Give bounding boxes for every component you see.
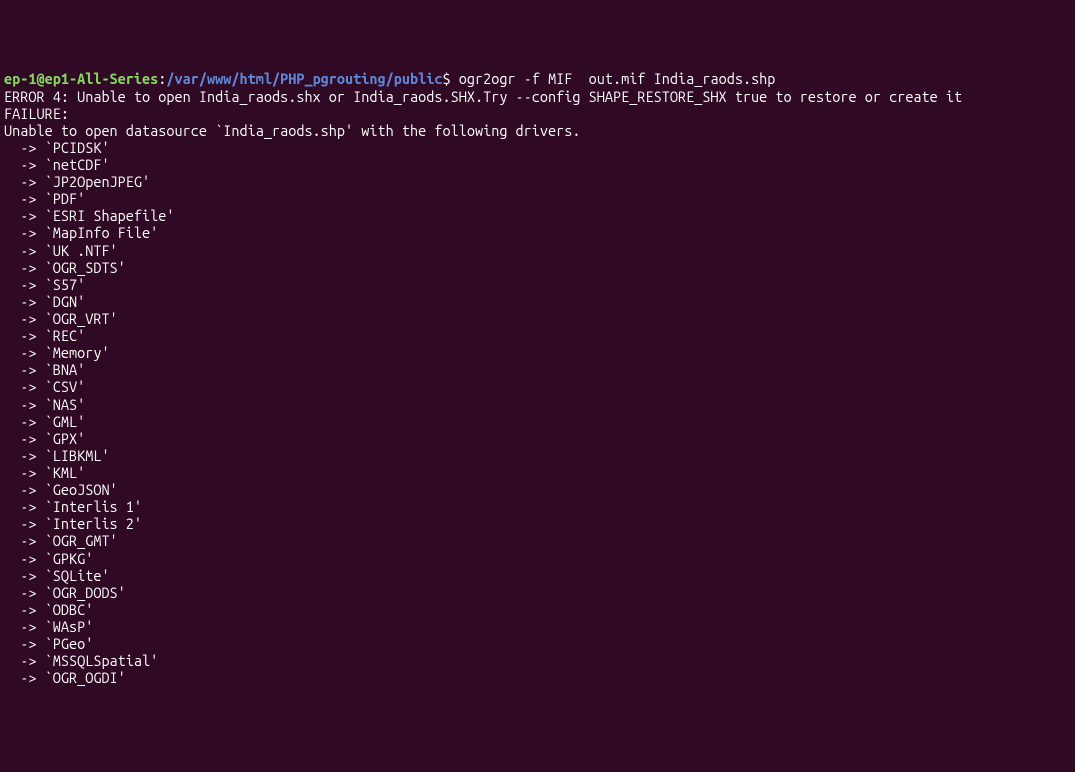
driver-item: -> `Interlis 2' [4,515,1071,532]
driver-item: -> `LIBKML' [4,447,1071,464]
driver-item: -> `CSV' [4,378,1071,395]
driver-item: -> `Interlis 1' [4,498,1071,515]
driver-item: -> `KML' [4,464,1071,481]
driver-item: -> `MapInfo File' [4,224,1071,241]
driver-item: -> `OGR_OGDI' [4,669,1071,686]
driver-list: -> `PCIDSK' -> `netCDF' -> `JP2OpenJPEG'… [4,139,1071,687]
command-text: ogr2ogr -f MIF out.mif India_raods.shp [451,70,776,87]
failure-line: FAILURE: [4,105,69,122]
driver-item: -> `GPX' [4,430,1071,447]
driver-item: -> `GeoJSON' [4,481,1071,498]
driver-item: -> `PGeo' [4,635,1071,652]
driver-item: -> `OGR_VRT' [4,310,1071,327]
driver-item: -> `DGN' [4,293,1071,310]
driver-item: -> `JP2OpenJPEG' [4,173,1071,190]
driver-item: -> `SQLite' [4,567,1071,584]
terminal-output[interactable]: ep-1@ep1-All-Series:/var/www/html/PHP_pg… [4,70,1071,686]
prompt-user-host: ep-1@ep1-All-Series [4,70,158,87]
error-line: ERROR 4: Unable to open India_raods.shx … [4,88,962,105]
driver-item: -> `BNA' [4,361,1071,378]
driver-item: -> `ODBC' [4,601,1071,618]
driver-item: -> `REC' [4,327,1071,344]
driver-item: -> `PCIDSK' [4,139,1071,156]
driver-item: -> `ESRI Shapefile' [4,207,1071,224]
driver-item: -> `OGR_SDTS' [4,259,1071,276]
driver-item: -> `OGR_GMT' [4,532,1071,549]
driver-item: -> `PDF' [4,190,1071,207]
driver-item: -> `MSSQLSpatial' [4,652,1071,669]
driver-item: -> `WAsP' [4,618,1071,635]
driver-item: -> `Memory' [4,344,1071,361]
driver-item: -> `netCDF' [4,156,1071,173]
driver-item: -> `UK .NTF' [4,242,1071,259]
driver-item: -> `GPKG' [4,550,1071,567]
unable-line: Unable to open datasource `India_raods.s… [4,122,581,139]
driver-item: -> `OGR_DODS' [4,584,1071,601]
driver-item: -> `NAS' [4,396,1071,413]
prompt-dollar: $ [443,70,451,87]
driver-item: -> `GML' [4,413,1071,430]
prompt-path: /var/www/html/PHP_pgrouting/public [166,70,442,87]
driver-item: -> `S57' [4,276,1071,293]
